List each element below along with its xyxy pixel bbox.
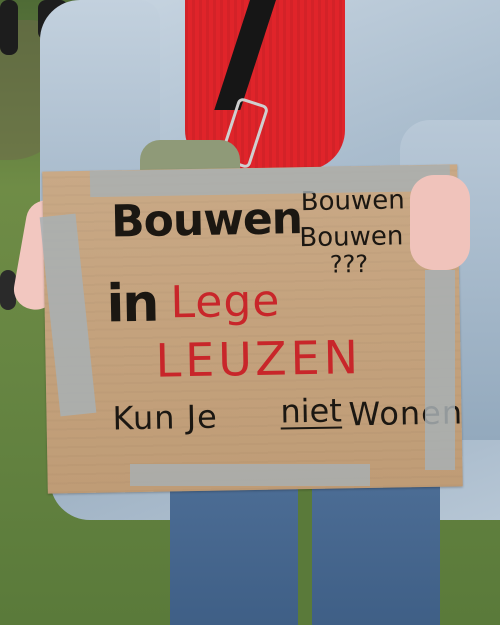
- duct-tape-bottom: [130, 464, 370, 486]
- sign-text-kun-je: Kun Je: [112, 397, 219, 438]
- duct-tape-right: [425, 270, 455, 470]
- sign-text-lege: Lege: [170, 275, 281, 329]
- hand-right: [410, 175, 470, 270]
- sign-text-in: in: [106, 273, 158, 335]
- photo-scene: Bouwen Bouwen Bouwen ??? in Lege LEUZEN …: [0, 0, 500, 625]
- sign-text-bouwen-large: Bouwen: [110, 193, 303, 248]
- cardboard-sign: Bouwen Bouwen Bouwen ??? in Lege LEUZEN …: [42, 164, 463, 494]
- sign-text-question-marks: ???: [329, 249, 369, 279]
- shoe-left: [0, 0, 18, 55]
- sign-text-leuzen: LEUZEN: [155, 330, 363, 388]
- leg-gap: [298, 480, 312, 625]
- sign-text-bouwen-3: Bouwen: [299, 221, 404, 254]
- sign-text-niet: niet: [280, 391, 343, 431]
